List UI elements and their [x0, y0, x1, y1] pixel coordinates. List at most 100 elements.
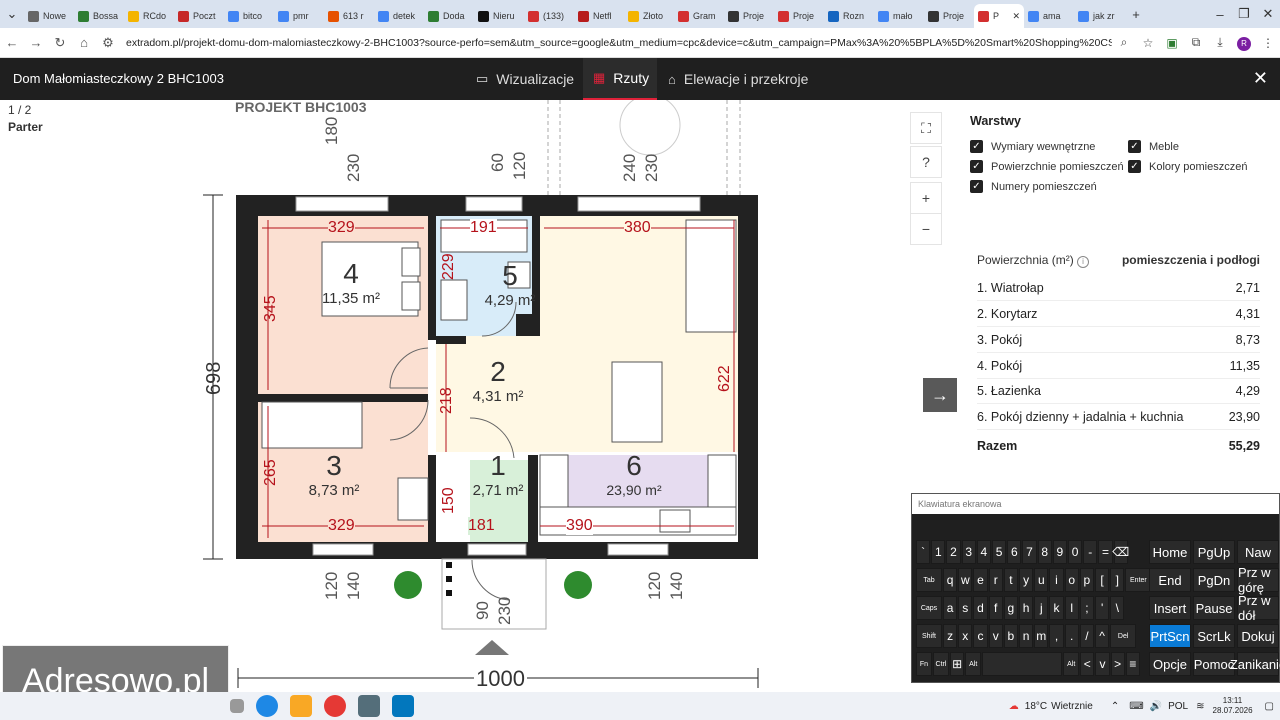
browser-tab[interactable]: (133)	[524, 4, 574, 28]
key[interactable]: '	[1095, 596, 1110, 620]
browser-tab[interactable]: Netfl	[574, 4, 624, 28]
info-icon[interactable]: i	[1077, 256, 1090, 268]
nav-key[interactable]: Naw	[1237, 540, 1279, 564]
key[interactable]: b	[1003, 624, 1018, 648]
key[interactable]: Shift	[916, 624, 942, 648]
site-info-icon[interactable]: ⚙	[96, 35, 120, 51]
key[interactable]: Fn	[916, 652, 932, 676]
key[interactable]: Tab	[916, 568, 942, 592]
zoom-icon[interactable]: ⌕	[1112, 35, 1136, 50]
key[interactable]: f	[988, 596, 1003, 620]
key[interactable]: g	[1003, 596, 1018, 620]
nav-key[interactable]: PgDn	[1193, 568, 1235, 592]
close-icon[interactable]: ✕	[1253, 68, 1268, 89]
room-5[interactable]: 5 4,29 m²	[470, 260, 550, 309]
key[interactable]: Enter	[1125, 568, 1152, 592]
notification-icon[interactable]: ▢	[1265, 701, 1274, 712]
nav-key[interactable]: PrtScn	[1149, 624, 1191, 648]
browser-tab[interactable]: Rozn	[824, 4, 874, 28]
key[interactable]: p	[1079, 568, 1094, 592]
browser-tab[interactable]: Proje	[774, 4, 824, 28]
key[interactable]: -	[1083, 540, 1098, 564]
url-field[interactable]: extradom.pl/projekt-domu-dom-malomiastec…	[120, 31, 1112, 54]
key[interactable]: u	[1034, 568, 1049, 592]
key[interactable]: n	[1019, 624, 1034, 648]
new-tab-button[interactable]: +	[1124, 7, 1148, 22]
clock[interactable]: 13:11 28.07.2026	[1213, 696, 1253, 716]
key[interactable]: ^	[1095, 624, 1110, 648]
chrome-icon[interactable]	[324, 695, 346, 717]
browser-tab[interactable]: Bossa	[74, 4, 124, 28]
layer-numery-checkbox[interactable]: ✓ Numery pomieszczeń	[970, 180, 1097, 193]
key[interactable]: 3	[961, 540, 976, 564]
browser-tab[interactable]: ama	[1024, 4, 1074, 28]
nav-key[interactable]: Home	[1149, 540, 1191, 564]
key[interactable]: m	[1034, 624, 1049, 648]
key[interactable]: d	[973, 596, 988, 620]
browser-tab[interactable]: mało	[874, 4, 924, 28]
key[interactable]: t	[1003, 568, 1018, 592]
browser-tab[interactable]: Złoto	[624, 4, 674, 28]
key[interactable]: 0	[1068, 540, 1083, 564]
key[interactable]: 5	[992, 540, 1007, 564]
nav-key[interactable]: Pomoc	[1193, 652, 1235, 676]
key[interactable]: s	[958, 596, 973, 620]
nav-key[interactable]: PgUp	[1193, 540, 1235, 564]
key[interactable]: Alt	[965, 652, 982, 676]
key[interactable]: 1	[931, 540, 946, 564]
key[interactable]: ≡	[1125, 652, 1140, 676]
key[interactable]: v	[988, 624, 1003, 648]
extensions-icon[interactable]: ⧉	[1184, 35, 1208, 50]
app-icon[interactable]	[392, 695, 414, 717]
key[interactable]: i	[1049, 568, 1064, 592]
browser-tab[interactable]: detek	[374, 4, 424, 28]
tab-search-icon[interactable]: ⌄	[0, 6, 24, 22]
key[interactable]: y	[1019, 568, 1034, 592]
browser-tab[interactable]: Poczt	[174, 4, 224, 28]
nav-key[interactable]: Prz w górę	[1237, 565, 1279, 595]
browser-tab[interactable]: Nieru	[474, 4, 524, 28]
key[interactable]: ⊞	[950, 652, 965, 676]
browser-tab[interactable]: Proje	[924, 4, 974, 28]
key[interactable]: Del	[1110, 624, 1137, 648]
zoom-out-button[interactable]: −	[910, 213, 942, 245]
room-4[interactable]: 4 11,35 m²	[306, 258, 396, 307]
nav-key[interactable]: End	[1149, 568, 1191, 592]
layer-powierzchnie-checkbox[interactable]: ✓ Powierzchnie pomieszczeń	[970, 160, 1124, 173]
key[interactable]: 7	[1022, 540, 1037, 564]
key[interactable]: `	[916, 540, 931, 564]
tab-rzuty[interactable]: ▦ Rzuty	[583, 58, 657, 100]
tray-chevron-icon[interactable]: ⌃	[1111, 701, 1119, 712]
key[interactable]: 4	[976, 540, 991, 564]
key[interactable]: l	[1064, 596, 1079, 620]
nav-key[interactable]: Opcje	[1149, 652, 1191, 676]
nav-key[interactable]: Pause	[1193, 596, 1235, 620]
key[interactable]: =	[1098, 540, 1113, 564]
volume-icon[interactable]: 🔊	[1150, 701, 1162, 712]
key[interactable]: 2	[946, 540, 961, 564]
home-icon[interactable]: ⌂	[72, 35, 96, 50]
browser-tab[interactable]: jak zr	[1074, 4, 1124, 28]
key[interactable]: k	[1049, 596, 1064, 620]
key[interactable]	[982, 652, 1063, 676]
extension-check-icon[interactable]: ▣	[1160, 36, 1184, 50]
browser-tab[interactable]: bitco	[224, 4, 274, 28]
bookmark-star-icon[interactable]: ☆	[1136, 36, 1160, 50]
fit-view-button[interactable]: ⛶	[910, 112, 942, 144]
key[interactable]: Ctrl	[933, 652, 949, 676]
key[interactable]: x	[958, 624, 973, 648]
key[interactable]: 9	[1052, 540, 1067, 564]
key[interactable]: [	[1095, 568, 1110, 592]
room-1[interactable]: 1 2,71 m²	[458, 450, 538, 499]
tab-wizualizacje[interactable]: ▭ Wizualizacje	[466, 58, 584, 100]
room-2[interactable]: 2 4,31 m²	[458, 356, 538, 405]
key[interactable]: z	[943, 624, 958, 648]
key[interactable]: a	[943, 596, 958, 620]
network-icon[interactable]: ⌨	[1129, 701, 1143, 712]
key[interactable]: ⌫	[1112, 540, 1129, 564]
browser-tab[interactable]: 613 r	[324, 4, 374, 28]
browser-tab[interactable]: Gram	[674, 4, 724, 28]
nav-key[interactable]: Insert	[1149, 596, 1191, 620]
key[interactable]: e	[973, 568, 988, 592]
nav-key[interactable]: ScrLk	[1193, 624, 1235, 648]
